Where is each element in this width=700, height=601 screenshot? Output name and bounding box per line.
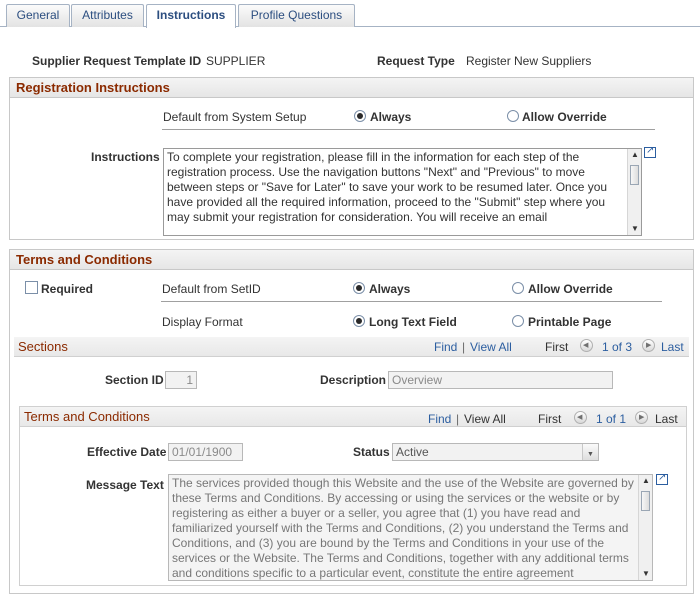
registration-instructions-title: Registration Instructions xyxy=(16,80,170,95)
sections-title: Sections xyxy=(18,339,68,354)
required-label: Required xyxy=(41,282,94,296)
sections-range: 1 of 3 xyxy=(602,340,633,354)
scroll-thumb[interactable] xyxy=(630,165,639,185)
message-scroll-up-icon[interactable]: ▲ xyxy=(642,477,650,485)
scroll-down-icon[interactable]: ▼ xyxy=(631,225,639,233)
message-textarea[interactable]: The services provided though this Websit… xyxy=(168,474,653,581)
terms-conditions-header: Terms and Conditions xyxy=(10,250,693,270)
tab-general[interactable]: General xyxy=(6,4,70,27)
required-checkbox[interactable] xyxy=(25,281,38,294)
sections-separator: | xyxy=(462,340,466,354)
request-type-label: Request Type xyxy=(377,54,455,68)
default-setid-label: Default from SetID xyxy=(162,282,261,296)
divider xyxy=(162,129,655,130)
effective-date-field[interactable]: 01/01/1900 xyxy=(168,443,243,461)
sections-last-link[interactable]: Last xyxy=(661,340,684,354)
status-value: Active xyxy=(396,445,429,459)
printable-page-label: Printable Page xyxy=(528,315,612,329)
default-system-setup-label: Default from System Setup xyxy=(163,110,307,124)
sections-view-all-link[interactable]: View All xyxy=(470,340,512,354)
instructions-scrollbar[interactable]: ▲ ▼ xyxy=(627,149,641,235)
always-radio[interactable] xyxy=(354,110,366,122)
long-text-radio[interactable] xyxy=(353,315,365,327)
template-id-label: Supplier Request Template ID xyxy=(32,54,202,68)
scroll-up-icon[interactable]: ▲ xyxy=(631,151,639,159)
inner-find-link[interactable]: Find xyxy=(428,412,451,426)
request-type-value: Register New Suppliers xyxy=(466,54,592,68)
inner-terms-title: Terms and Conditions xyxy=(24,409,150,424)
long-text-label: Long Text Field xyxy=(369,315,457,329)
message-scroll-down-icon[interactable]: ▼ xyxy=(642,570,650,578)
tab-bar: General Attributes Instructions Profile … xyxy=(0,0,700,28)
terms-allow-override-label: Allow Override xyxy=(528,282,613,296)
inner-range: 1 of 1 xyxy=(596,412,627,426)
status-select[interactable]: Active xyxy=(392,443,599,463)
allow-override-radio[interactable] xyxy=(507,110,519,122)
message-text-label: Message Text xyxy=(86,478,164,492)
registration-instructions-header: Registration Instructions xyxy=(10,78,693,98)
inner-view-all-link[interactable]: View All xyxy=(464,412,506,426)
expand-message-icon[interactable] xyxy=(656,472,668,485)
inner-last-link[interactable]: Last xyxy=(655,412,678,426)
sections-prev-icon[interactable] xyxy=(580,339,593,352)
expand-instructions-icon[interactable] xyxy=(644,145,656,158)
inner-first-label: First xyxy=(538,412,562,426)
chevron-down-icon[interactable] xyxy=(582,444,598,463)
terms-conditions-title: Terms and Conditions xyxy=(16,252,153,267)
effective-date-label: Effective Date xyxy=(87,445,167,459)
always-radio-label: Always xyxy=(370,110,412,124)
instructions-label: Instructions xyxy=(91,150,160,164)
instructions-text: To complete your registration, please fi… xyxy=(167,150,608,224)
description-field[interactable]: Overview xyxy=(388,371,613,389)
terms-allow-override-radio[interactable] xyxy=(512,282,524,294)
message-scroll-thumb[interactable] xyxy=(641,491,650,511)
inner-next-icon[interactable] xyxy=(635,411,648,424)
inner-prev-icon[interactable] xyxy=(574,411,587,424)
sections-find-link[interactable]: Find xyxy=(434,340,457,354)
inner-separator: | xyxy=(456,412,460,426)
allow-override-radio-label: Allow Override xyxy=(522,110,607,124)
printable-page-radio[interactable] xyxy=(512,315,524,327)
section-id-field[interactable]: 1 xyxy=(165,371,197,389)
sections-first-label: First xyxy=(545,340,569,354)
terms-always-label: Always xyxy=(369,282,411,296)
instructions-textarea[interactable]: To complete your registration, please fi… xyxy=(163,148,642,236)
tab-attributes[interactable]: Attributes xyxy=(71,4,144,27)
message-scrollbar[interactable]: ▲ ▼ xyxy=(638,475,652,580)
display-format-label: Display Format xyxy=(162,315,243,329)
terms-divider xyxy=(161,301,662,302)
description-label: Description xyxy=(320,373,387,387)
tab-instructions[interactable]: Instructions xyxy=(146,4,236,28)
section-id-label: Section ID xyxy=(105,373,164,387)
terms-always-radio[interactable] xyxy=(353,282,365,294)
template-id-value: SUPPLIER xyxy=(206,54,266,68)
message-text: The services provided though this Websit… xyxy=(172,476,634,580)
tab-profile-questions[interactable]: Profile Questions xyxy=(238,4,355,27)
sections-next-icon[interactable] xyxy=(642,339,655,352)
status-label: Status xyxy=(353,445,390,459)
